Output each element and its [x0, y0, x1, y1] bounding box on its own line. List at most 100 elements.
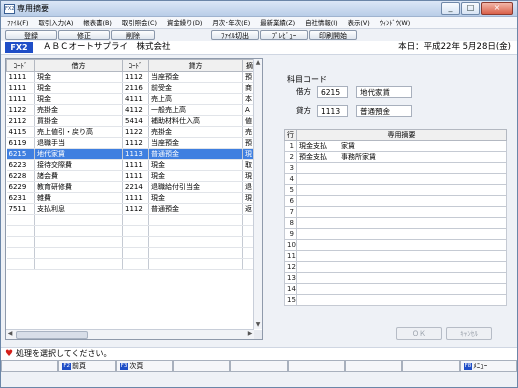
- memo-text[interactable]: 預金支払 事務所家賃: [296, 151, 507, 163]
- credit-code-field[interactable]: 1113: [317, 105, 348, 117]
- memo-text[interactable]: [296, 173, 507, 185]
- memo-row[interactable]: 5: [284, 184, 507, 196]
- memo-text[interactable]: 現金支払 家賃: [296, 140, 507, 152]
- memo-text[interactable]: [296, 217, 507, 229]
- register-button[interactable]: 登録: [5, 30, 57, 40]
- memo-line-number: 5: [284, 184, 297, 196]
- preview-button[interactable]: ﾌﾟﾚﾋﾞｭｰ: [260, 30, 308, 40]
- debit-code-cell: 4115: [6, 126, 35, 138]
- debit-name-cell: 現金: [34, 71, 123, 83]
- memo-text[interactable]: [296, 250, 507, 262]
- memo-row[interactable]: 9: [284, 228, 507, 240]
- memo-text[interactable]: [296, 261, 507, 273]
- menu-cash-flow[interactable]: 資金繰り(D): [167, 18, 202, 27]
- menu-company-info[interactable]: 自社情報(I): [305, 18, 337, 27]
- empty-table-row: [6, 214, 257, 226]
- table-row[interactable]: 7511 支払利息 1112 普通預金返: [6, 203, 257, 215]
- memo-text[interactable]: [296, 272, 507, 284]
- account-pair-grid[interactable]: ｺｰﾄﾞ 借方 ｺｰﾄﾞ 貸方 摘 1111 現金 1112 当座預金預 1111 現金 2…: [5, 58, 263, 340]
- debit-code-cell: 6229: [6, 181, 35, 193]
- memo-row[interactable]: 3: [284, 162, 507, 174]
- memo-text[interactable]: [296, 294, 507, 306]
- memo-text[interactable]: [296, 239, 507, 251]
- heart-icon: ♥: [5, 349, 14, 359]
- memo-text[interactable]: [296, 162, 507, 174]
- table-row[interactable]: 1122 売掛金 4112 一般売上高 A: [6, 104, 257, 116]
- memo-line-number: 12: [284, 261, 297, 273]
- function-key-badge: F3: [119, 362, 129, 370]
- memo-text[interactable]: [296, 283, 507, 295]
- memo-row[interactable]: 15: [284, 294, 507, 306]
- table-row[interactable]: 6223 接待交際費 1111 現金取: [6, 159, 257, 171]
- menu-window[interactable]: ｳｨﾝﾄﾞｳ(W): [380, 18, 410, 27]
- debit-name-cell: 退職手当: [34, 137, 123, 149]
- table-row[interactable]: 6229 教育研修費 2214 退職給付引当金退: [6, 181, 257, 193]
- menu-transaction-entry[interactable]: 取引入力(A): [38, 18, 73, 27]
- empty-cell: [122, 247, 149, 259]
- memo-row[interactable]: 7: [284, 206, 507, 218]
- function-key-3[interactable]: F3 次頁: [115, 360, 173, 372]
- vertical-scrollbar[interactable]: ▲ ▼: [253, 59, 262, 329]
- table-row[interactable]: 6228 諸会費 1111 現金現: [6, 170, 257, 182]
- memo-text[interactable]: [296, 184, 507, 196]
- minimize-button[interactable]: _: [441, 2, 460, 15]
- memo-line-number: 10: [284, 239, 297, 251]
- scroll-left-icon[interactable]: ◀: [6, 330, 14, 338]
- memo-row[interactable]: 2 預金支払 事務所家賃: [284, 151, 507, 163]
- scroll-down-icon[interactable]: ▼: [254, 321, 262, 329]
- function-key-9[interactable]: F8 ﾒﾆｭｰ: [459, 360, 517, 372]
- menu-file[interactable]: ﾌｧｲﾙ(F): [7, 18, 28, 27]
- empty-cell: [148, 258, 243, 270]
- menu-monthly-annual[interactable]: 月次･年次(E): [212, 18, 250, 27]
- memo-text[interactable]: [296, 228, 507, 240]
- table-row[interactable]: 6215 地代家賃 1113 普通預金現: [6, 148, 257, 160]
- horizontal-scrollbar[interactable]: ◀ ▶: [6, 329, 254, 339]
- memo-row[interactable]: 12: [284, 261, 507, 273]
- function-key-4: [172, 360, 231, 372]
- memo-text[interactable]: [296, 206, 507, 218]
- table-row[interactable]: 2112 買掛金 5414 補助材料仕入高値: [6, 115, 257, 127]
- table-row[interactable]: 6119 退職手当 1112 当座預金預: [6, 137, 257, 149]
- print-button[interactable]: 印刷開始: [309, 30, 357, 40]
- function-key-2[interactable]: F2 前頁: [58, 360, 116, 372]
- scroll-up-icon[interactable]: ▲: [254, 59, 262, 67]
- empty-cell: [122, 236, 149, 248]
- menu-transaction-query[interactable]: 取引照会(C): [122, 18, 157, 27]
- modify-button[interactable]: 修正: [58, 30, 110, 40]
- table-row[interactable]: 6231 雑費 1111 現金現: [6, 192, 257, 204]
- memo-row[interactable]: 8: [284, 217, 507, 229]
- empty-cell: [6, 214, 35, 226]
- table-row[interactable]: 4115 売上値引・戻り高 1122 売掛金売: [6, 126, 257, 138]
- memo-row[interactable]: 1 現金支払 家賃: [284, 140, 507, 152]
- menu-reports[interactable]: 帳表書(B): [83, 18, 112, 27]
- memo-header-row: 行 専用摘要: [284, 129, 507, 141]
- memo-row[interactable]: 6: [284, 195, 507, 207]
- memo-table: 行 専用摘要 1 現金支払 家賃 2 預金支払 事務所家賃 3 4 5 6 7 8 9 10 11 12 1…: [284, 129, 507, 306]
- menu-latest-results[interactable]: 最新業績(Z): [260, 18, 295, 27]
- memo-row[interactable]: 13: [284, 272, 507, 284]
- company-name: ＡＢＣオートサプライ 株式会社: [43, 42, 171, 52]
- memo-header-text: 専用摘要: [296, 129, 507, 141]
- scroll-right-icon[interactable]: ▶: [246, 330, 254, 338]
- debit-name-cell: 教育研修費: [34, 181, 123, 193]
- close-button[interactable]: ×: [481, 2, 513, 15]
- ok-button[interactable]: ＯＫ: [396, 327, 442, 340]
- maximize-button[interactable]: □: [461, 2, 480, 15]
- memo-line-number: 2: [284, 151, 297, 163]
- menu-view[interactable]: 表示(V): [348, 18, 370, 27]
- memo-row[interactable]: 10: [284, 239, 507, 251]
- memo-text[interactable]: [296, 195, 507, 207]
- memo-row[interactable]: 14: [284, 283, 507, 295]
- horizontal-scroll-thumb[interactable]: [16, 331, 88, 339]
- table-row[interactable]: 1111 現金 1112 当座預金預: [6, 71, 257, 83]
- cancel-button[interactable]: ｷｬﾝｾﾙ: [446, 327, 492, 340]
- debit-code-field[interactable]: 6215: [317, 86, 348, 98]
- empty-cell: [122, 258, 149, 270]
- file-output-button[interactable]: ﾌｧｲﾙ切出: [211, 30, 259, 40]
- empty-cell: [34, 247, 123, 259]
- memo-row[interactable]: 11: [284, 250, 507, 262]
- table-row[interactable]: 1111 現金 4111 売上高本: [6, 93, 257, 105]
- memo-row[interactable]: 4: [284, 173, 507, 185]
- table-row[interactable]: 1111 現金 2116 前受金商: [6, 82, 257, 94]
- delete-button[interactable]: 削除: [111, 30, 155, 40]
